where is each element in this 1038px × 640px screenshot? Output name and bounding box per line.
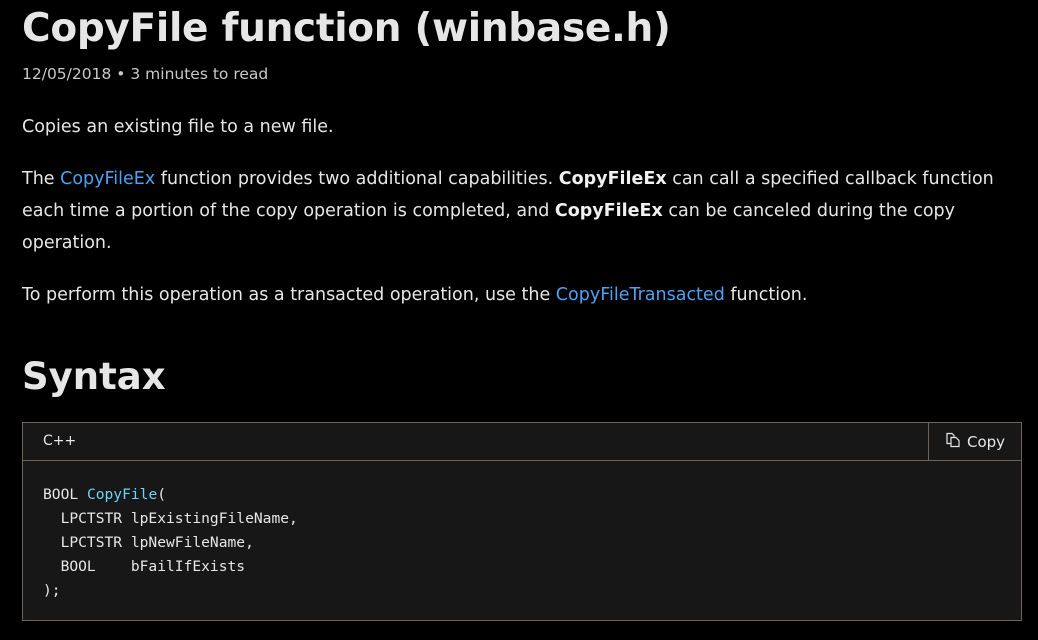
copy-icon <box>945 432 961 452</box>
code-line: LPCTSTR lpExistingFileName, <box>43 510 298 527</box>
copyfileex-link[interactable]: CopyFileEx <box>60 169 155 189</box>
code-line: BOOL bFailIfExists <box>43 558 246 575</box>
code-language: C++ <box>43 433 77 449</box>
bold-term: CopyFileEx <box>554 201 663 221</box>
intro-paragraph: Copies an existing file to a new file. <box>22 117 334 137</box>
code-line: ); <box>43 582 61 599</box>
code-function-name: CopyFile <box>86 486 158 503</box>
page-title: CopyFile function (winbase.h) <box>22 6 671 51</box>
text: function. <box>724 285 808 305</box>
code-header: C++ Copy <box>23 423 1021 461</box>
code-token: BOOL <box>43 486 87 503</box>
copy-label: Copy <box>966 432 1006 451</box>
code-block: C++ Copy BOOL CopyFile( LPCTSTR lpExisti… <box>22 422 1022 621</box>
separator: • <box>116 65 126 83</box>
text: The <box>22 169 61 189</box>
code-token: ( <box>157 486 167 503</box>
date: 12/05/2018 <box>22 65 112 83</box>
copyfiletransacted-link[interactable]: CopyFileTransacted <box>556 285 725 305</box>
code-content: BOOL CopyFile( LPCTSTR lpExistingFileNam… <box>43 483 298 603</box>
text: function provides two additional capabil… <box>155 169 559 189</box>
text: To perform this operation as a transacte… <box>22 285 556 305</box>
copy-button[interactable]: Copy <box>928 423 1021 460</box>
syntax-heading: Syntax <box>22 355 166 398</box>
read-time: 3 minutes to read <box>130 65 269 83</box>
transacted-paragraph: To perform this operation as a transacte… <box>22 279 1012 311</box>
article-meta: 12/05/2018 • 3 minutes to read <box>22 65 268 83</box>
code-line: LPCTSTR lpNewFileName, <box>43 534 254 551</box>
capabilities-paragraph: The CopyFileEx function provides two add… <box>22 163 1012 259</box>
bold-term: CopyFileEx <box>558 169 667 189</box>
